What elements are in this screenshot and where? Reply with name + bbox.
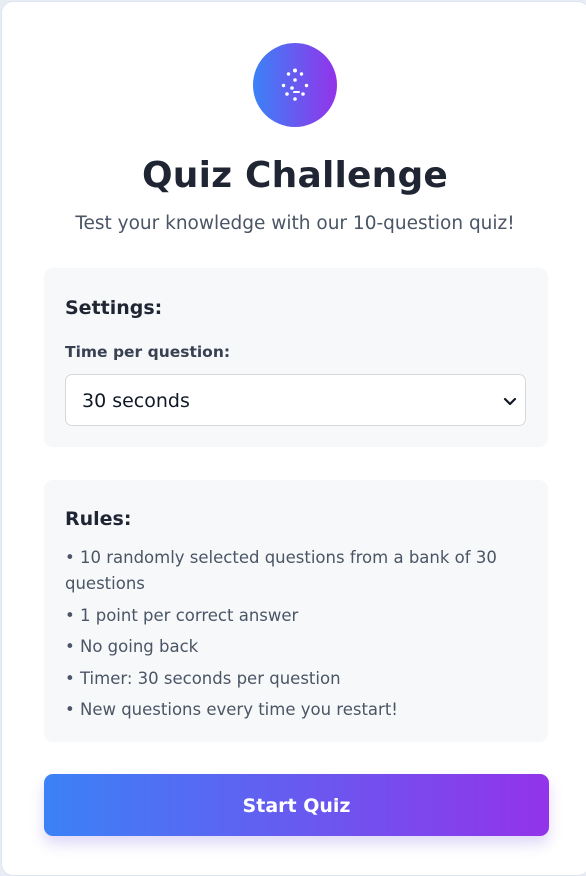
rule-item: • Timer: 30 seconds per question	[65, 668, 341, 688]
settings-panel: Settings: Time per question: 30 seconds	[44, 268, 548, 447]
rule-item: • 1 point per correct answer	[65, 605, 299, 625]
time-per-question-value: 30 seconds	[82, 390, 190, 412]
quiz-card: Quiz Challenge Test your knowledge with …	[1, 1, 586, 876]
rule-item: • No going back	[65, 637, 199, 656]
page-subtitle: Test your knowledge with our 10-question…	[75, 213, 515, 234]
rule-item: • 10 randomly selected questions from a …	[65, 548, 497, 593]
quiz-logo	[253, 43, 337, 127]
rules-heading: Rules:	[65, 508, 132, 530]
page-title: Quiz Challenge	[141, 155, 449, 196]
lightbulb-icon	[281, 68, 309, 101]
rules-panel: Rules: • 10 randomly selected questions …	[44, 480, 548, 742]
chevron-down-icon	[503, 397, 517, 406]
time-per-question-select[interactable]: 30 seconds	[65, 374, 526, 426]
settings-heading: Settings:	[65, 297, 163, 319]
start-quiz-button[interactable]: Start Quiz	[44, 774, 549, 836]
time-per-question-label: Time per question:	[65, 343, 231, 361]
rules-list: • 10 randomly selected questions from a …	[65, 545, 515, 729]
rule-item: • New questions every time you restart!	[65, 700, 398, 719]
